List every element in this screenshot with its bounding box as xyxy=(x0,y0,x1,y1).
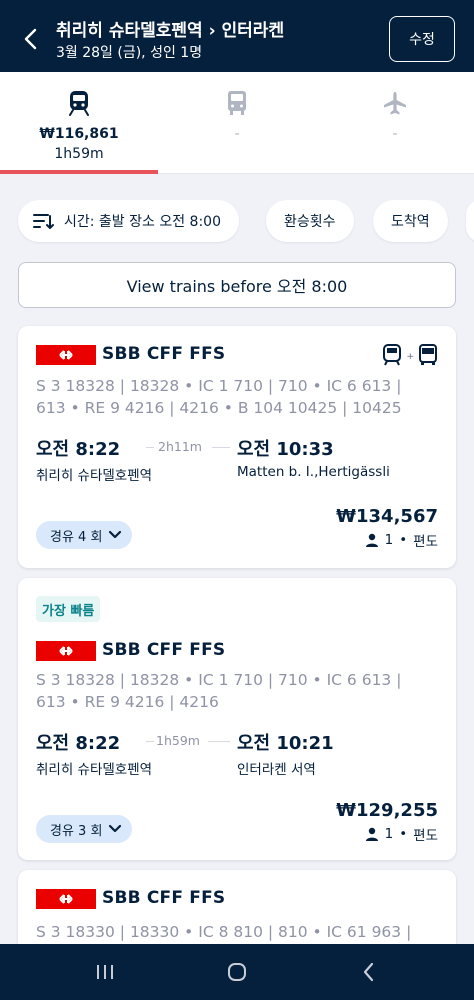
tab-train-price: ₩116,861 xyxy=(39,126,119,142)
active-tab-indicator xyxy=(0,170,158,174)
arrival-station: 인터라켄 서역 xyxy=(237,762,316,778)
departure-time: 오전 8:22 xyxy=(36,733,121,754)
view-earlier-trains-button[interactable]: View trains before 오전 8:00 xyxy=(18,262,456,308)
stops-pill[interactable]: 경유 4 회 xyxy=(36,521,133,549)
passenger-info: 1 • 편도 xyxy=(365,530,438,550)
bus-icon xyxy=(418,344,438,370)
chevron-down-icon xyxy=(109,824,122,833)
arrival-station: Matten b. I.,Hertigässli xyxy=(237,464,390,480)
transport-mode-tabs: ₩116,861 1h59m - - xyxy=(0,72,474,174)
home-icon[interactable] xyxy=(222,958,252,986)
recent-apps-icon[interactable] xyxy=(90,958,120,986)
route-title: 취리히 슈타델호펜역 › 인터라켄 xyxy=(56,21,285,41)
separator-dot: • xyxy=(399,532,408,548)
route-line-2: 613 • RE 9 4216 | 4216 xyxy=(36,693,219,711)
trip-type: 편도 xyxy=(413,828,438,844)
arrival-time: 오전 10:33 xyxy=(237,439,334,460)
person-icon xyxy=(365,533,378,547)
arrival-time: 오전 10:21 xyxy=(237,733,334,754)
tab-train[interactable]: ₩116,861 1h59m xyxy=(0,72,158,174)
duration-line xyxy=(146,447,154,448)
system-nav-bar xyxy=(0,944,474,1000)
departure-station: 취리히 슈타델호펜역 xyxy=(36,762,153,778)
tab-flight[interactable]: - xyxy=(316,72,474,174)
train-icon xyxy=(382,344,402,370)
duration-line xyxy=(146,741,154,742)
trip-duration: 1h59m xyxy=(156,733,200,748)
plus-icon: + xyxy=(406,352,414,362)
stops-label: 경유 3 회 xyxy=(50,823,103,839)
passenger-count: 1 xyxy=(384,826,394,842)
passenger-count: 1 xyxy=(384,532,394,548)
duration-line xyxy=(208,741,230,742)
mode-icons: + xyxy=(382,344,438,370)
operator-name: SBB CFF FFS xyxy=(102,888,226,908)
time-filter-label: 시간: 출발 장소 오전 8:00 xyxy=(64,214,221,230)
transfers-filter-chip[interactable]: 환승횟수 xyxy=(266,200,354,242)
tab-bus[interactable]: - xyxy=(158,72,316,174)
route-line-2: 613 • RE 9 4216 | 4216 • B 104 10425 | 1… xyxy=(36,399,402,417)
trip-duration: 2h11m xyxy=(158,439,202,454)
more-filter-chip[interactable] xyxy=(466,200,474,242)
arrival-station-filter-chip[interactable]: 도착역 xyxy=(373,200,448,242)
separator-dot: • xyxy=(399,826,408,842)
edit-search-button[interactable]: 수정 xyxy=(389,16,455,62)
app-header: 취리히 슈타델호펜역 › 인터라켄 3월 28일 (금), 성인 1명 수정 xyxy=(0,0,474,72)
price: ₩129,255 xyxy=(336,800,438,821)
route-line-1: S 3 18328 | 18328 • IC 1 710 | 710 • IC … xyxy=(36,671,402,689)
transfers-filter-label: 환승횟수 xyxy=(284,214,336,230)
stops-label: 경유 4 회 xyxy=(50,529,103,545)
nav-back-icon[interactable] xyxy=(354,958,384,986)
departure-station: 취리히 슈타델호펜역 xyxy=(36,468,153,484)
duration-line xyxy=(212,447,230,448)
operator-name: SBB CFF FFS xyxy=(102,640,226,660)
train-icon xyxy=(67,72,91,120)
sort-icon xyxy=(32,211,54,231)
tab-bus-price: - xyxy=(234,126,240,142)
price: ₩134,567 xyxy=(336,506,438,527)
fastest-badge: 가장 빠름 xyxy=(36,596,101,622)
back-icon[interactable] xyxy=(20,26,42,52)
sbb-logo-icon xyxy=(36,889,96,909)
trip-type: 편도 xyxy=(413,534,438,550)
tab-flight-price: - xyxy=(392,126,398,142)
person-icon xyxy=(365,827,378,841)
route-line-1: S 3 18328 | 18328 • IC 1 710 | 710 • IC … xyxy=(36,377,402,395)
passenger-info: 1 • 편도 xyxy=(365,824,438,844)
tab-train-duration: 1h59m xyxy=(54,146,104,162)
chevron-down-icon xyxy=(109,530,122,539)
plane-icon xyxy=(382,72,408,120)
bus-icon xyxy=(226,72,248,120)
result-card[interactable]: 가장 빠름 SBB CFF FFS S 3 18328 | 18328 • IC… xyxy=(18,578,456,860)
departure-time: 오전 8:22 xyxy=(36,439,121,460)
time-filter-chip[interactable]: 시간: 출발 장소 오전 8:00 xyxy=(18,200,239,242)
search-summary: 3월 28일 (금), 성인 1명 xyxy=(56,45,203,61)
stops-pill[interactable]: 경유 3 회 xyxy=(36,815,133,843)
route-line-1: S 3 18330 | 18330 • IC 8 810 | 810 • IC … xyxy=(36,923,412,941)
filter-bar: 시간: 출발 장소 오전 8:00 환승횟수 도착역 xyxy=(0,200,474,244)
arrival-filter-label: 도착역 xyxy=(391,214,430,230)
operator-name: SBB CFF FFS xyxy=(102,344,226,364)
sbb-logo-icon xyxy=(36,641,96,661)
result-card[interactable]: SBB CFF FFS + S 3 18328 | 18328 • IC 1 7… xyxy=(18,326,456,568)
sbb-logo-icon xyxy=(36,345,96,365)
